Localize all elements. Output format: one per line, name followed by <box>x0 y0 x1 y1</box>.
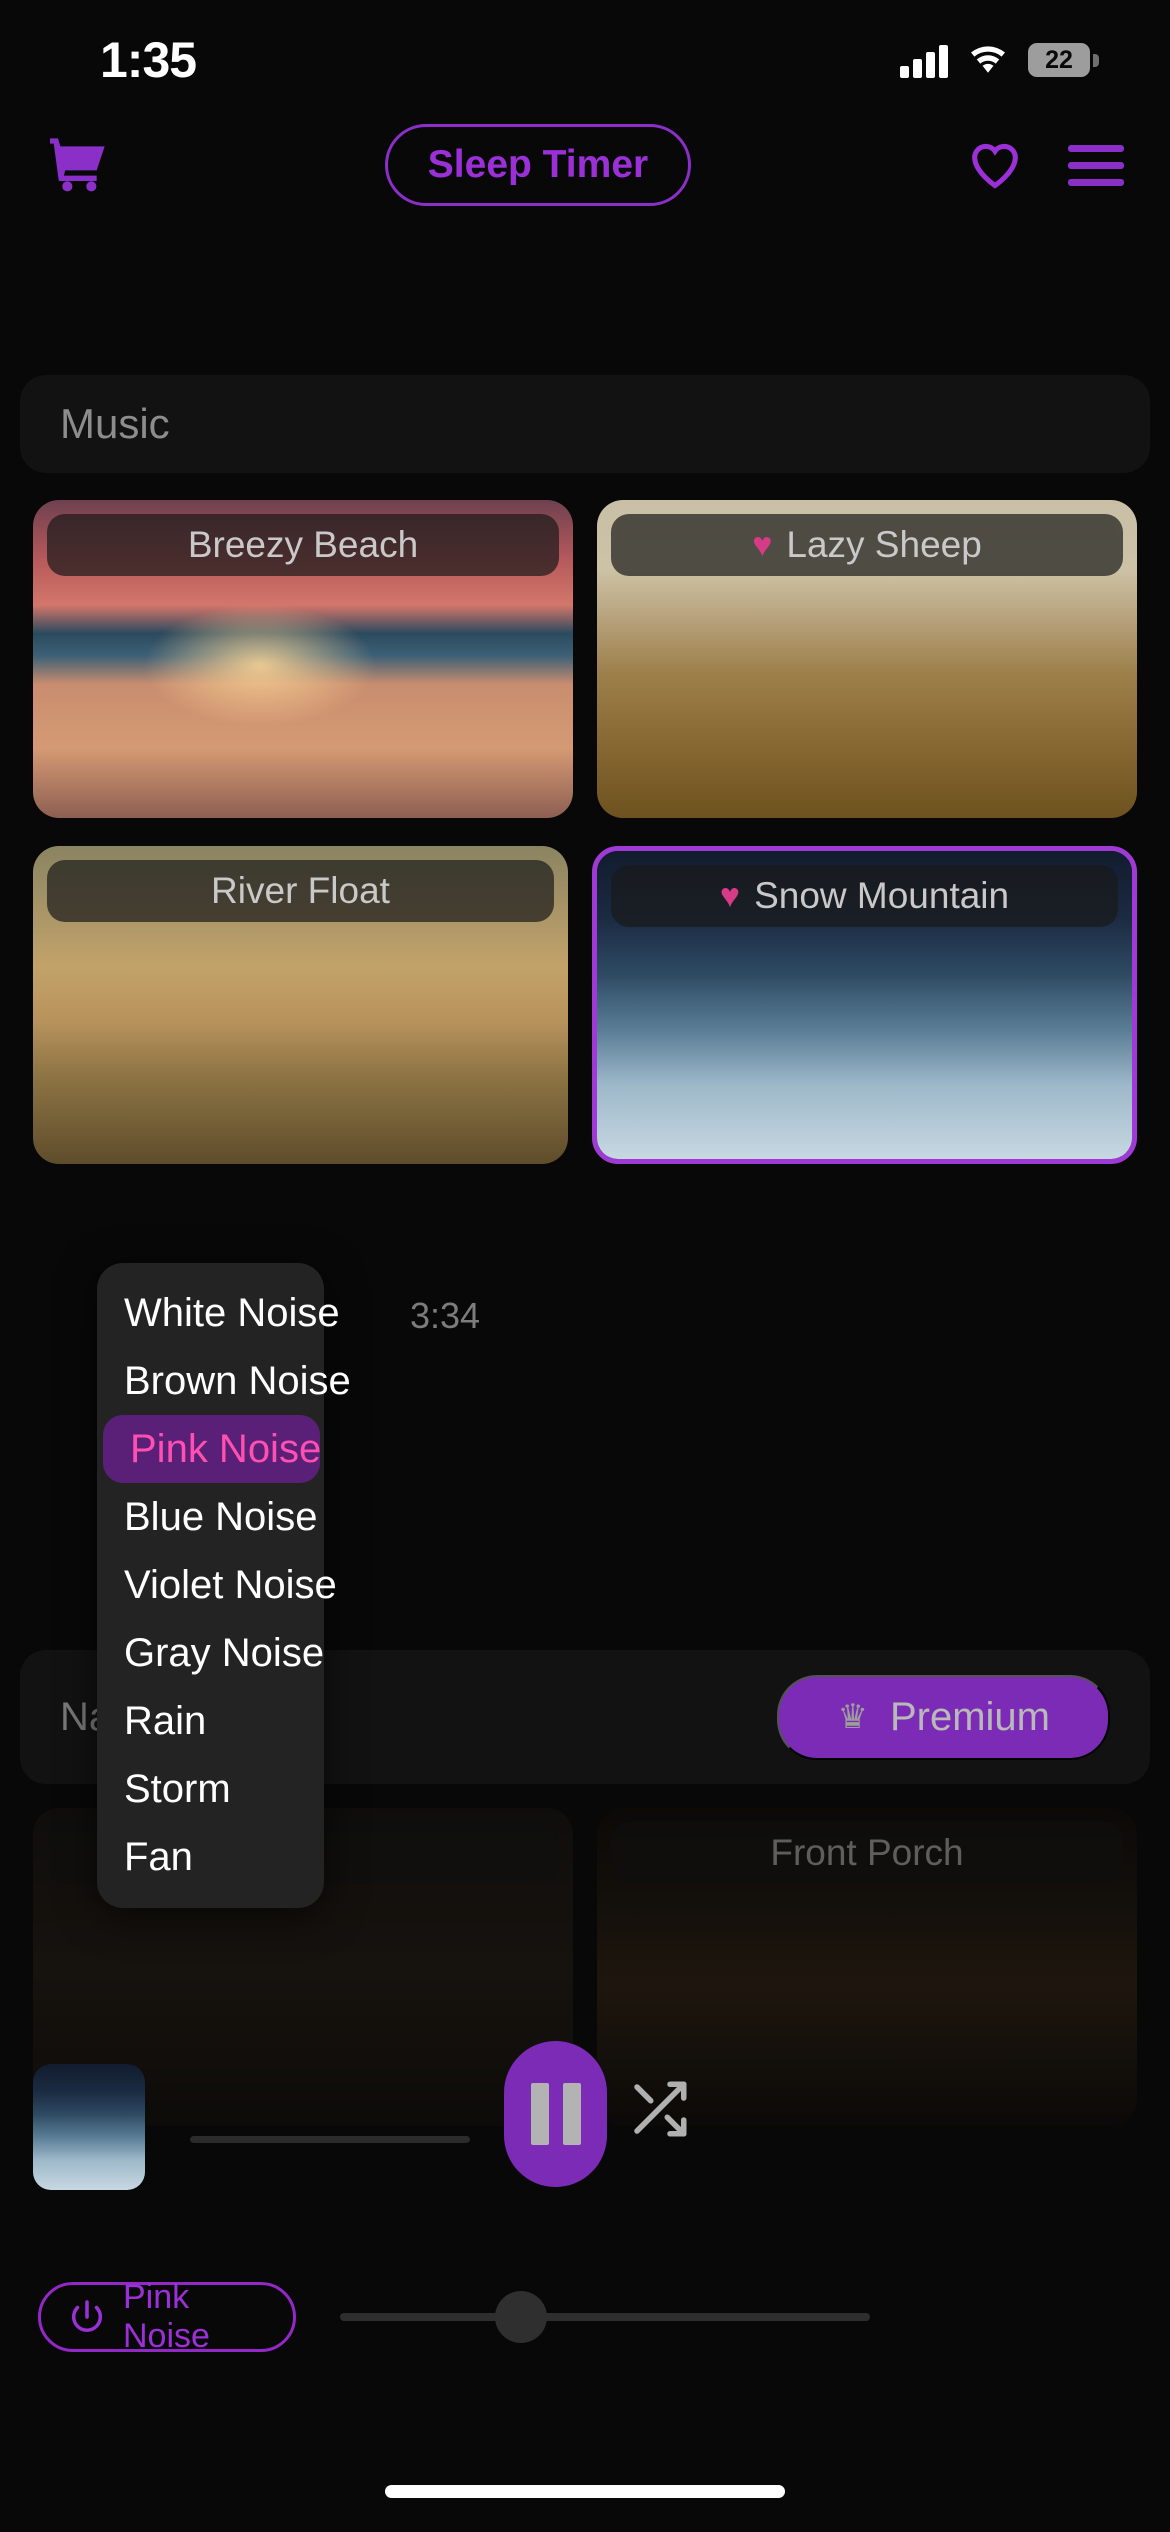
card-title: River Float <box>211 870 390 911</box>
cellular-signal-icon <box>900 42 948 78</box>
search-input[interactable] <box>60 400 1110 448</box>
dropdown-item-fan[interactable]: Fan <box>97 1824 324 1892</box>
dropdown-item-violet-noise[interactable]: Violet Noise <box>97 1551 337 1619</box>
dropdown-item-gray-noise[interactable]: Gray Noise <box>97 1620 324 1688</box>
card-title: Front Porch <box>770 1832 964 1873</box>
favorite-heart-icon: ♥ <box>752 526 773 564</box>
shuffle-icon[interactable] <box>626 2076 692 2142</box>
sleep-timer-button[interactable]: Sleep Timer <box>384 124 692 206</box>
card-label: Breezy Beach <box>47 514 559 576</box>
status-indicators: 22 <box>900 42 1099 78</box>
top-navigation-bar: Sleep Timer <box>0 110 1170 220</box>
sound-card[interactable]: ♥ Lazy Sheep <box>597 500 1137 818</box>
heart-outline-icon[interactable] <box>966 136 1024 194</box>
dropdown-item-blue-noise[interactable]: Blue Noise <box>97 1483 324 1551</box>
favorite-heart-icon: ♥ <box>719 877 741 915</box>
active-noise-toggle-button[interactable]: Pink Noise <box>38 2278 296 2355</box>
active-noise-label: Pink Noise <box>123 2278 210 2355</box>
playback-progress-bar[interactable] <box>190 2136 470 2143</box>
dropdown-item-brown-noise[interactable]: Brown Noise <box>97 1347 351 1415</box>
status-time: 1:35 <box>100 32 197 88</box>
pause-icon-bar <box>562 2083 581 2145</box>
shopping-cart-icon[interactable] <box>46 133 110 197</box>
pause-button[interactable] <box>504 2041 607 2187</box>
card-label: ♥ Lazy Sheep <box>611 514 1123 576</box>
card-title: Snow Mountain <box>754 875 1010 916</box>
sound-card[interactable]: River Float <box>33 846 568 1164</box>
album-art-thumbnail[interactable] <box>33 2064 145 2190</box>
dropdown-item-storm[interactable]: Storm <box>97 1756 324 1824</box>
status-bar: 1:35 22 <box>0 0 1170 120</box>
volume-slider-knob[interactable] <box>495 2291 547 2343</box>
premium-label: Premium <box>889 1694 1050 1739</box>
dropdown-item-rain[interactable]: Rain <box>97 1688 324 1756</box>
player-bar <box>0 2040 1170 2220</box>
card-title: Breezy Beach <box>187 524 419 565</box>
home-indicator <box>385 2485 785 2498</box>
sound-card[interactable]: Breezy Beach <box>33 500 573 818</box>
sound-card-selected[interactable]: ♥ Snow Mountain <box>592 846 1137 1164</box>
dropdown-item-pink-noise[interactable]: Pink Noise <box>103 1415 321 1484</box>
hamburger-menu-icon[interactable] <box>1067 144 1124 186</box>
noise-type-dropdown[interactable]: White Noise Brown Noise Pink Noise Blue … <box>97 1263 351 1908</box>
app-screen: 1:35 22 Sleep Timer Music Breezy Beach ♥… <box>0 0 1170 2532</box>
sound-card-grid: Breezy Beach ♥ Lazy Sheep River Float ♥ … <box>0 500 1170 1192</box>
pause-icon-bar <box>530 2083 549 2145</box>
card-row: Breezy Beach ♥ Lazy Sheep <box>0 500 1170 818</box>
crown-icon: ♛ <box>837 1698 868 1736</box>
card-row: River Float ♥ Snow Mountain <box>0 846 1170 1164</box>
dropdown-item-white-noise[interactable]: White Noise <box>97 1279 340 1347</box>
card-label: ♥ Snow Mountain <box>611 865 1118 927</box>
card-label: Front Porch <box>611 1822 1123 1884</box>
card-title: Lazy Sheep <box>786 524 982 565</box>
battery-indicator: 22 <box>1028 43 1099 77</box>
power-toggle-icon <box>67 2297 107 2337</box>
wifi-icon <box>966 43 1010 77</box>
search-bar[interactable] <box>20 375 1150 473</box>
premium-button[interactable]: ♛ Premium <box>777 1674 1110 1760</box>
card-label: River Float <box>47 860 554 922</box>
volume-slider[interactable] <box>340 2291 870 2343</box>
elapsed-time: 3:34 <box>410 1295 481 1336</box>
